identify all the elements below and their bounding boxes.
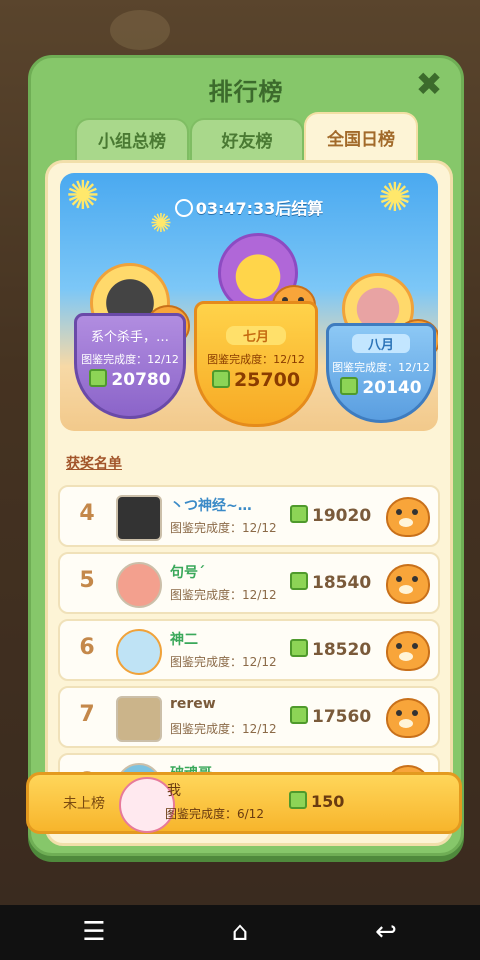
player-progress: 图鉴完成度：12/12 bbox=[170, 521, 277, 535]
podium-third-place[interactable]: 八月 图鉴完成度：12/12 20140 bbox=[326, 323, 436, 423]
my-score: 150 bbox=[289, 791, 344, 811]
tab-national-daily[interactable]: 全国日榜 bbox=[304, 112, 418, 166]
my-rank-bar[interactable]: 未上榜 我 图鉴完成度：6/12 150 bbox=[26, 772, 462, 834]
back-icon[interactable]: ↩ bbox=[366, 917, 406, 947]
gem-icon bbox=[289, 791, 307, 809]
gem-icon bbox=[290, 639, 308, 657]
podium-area: ✺ ✺ ✺ 03:47:33后结算 系个杀手，… 图鉴完成度：12/12 207… bbox=[60, 173, 438, 431]
my-progress: 图鉴完成度：6/12 bbox=[165, 807, 264, 821]
player-name: rerew bbox=[170, 696, 216, 712]
my-name: 我 bbox=[167, 783, 181, 799]
winners-list-link[interactable]: 获奖名单 bbox=[66, 453, 122, 473]
podium-second-place[interactable]: 系个杀手，… 图鉴完成度：12/12 20780 bbox=[74, 313, 186, 419]
gem-icon bbox=[290, 706, 308, 724]
gem-icon bbox=[340, 377, 359, 395]
tab-friends[interactable]: 好友榜 bbox=[190, 118, 304, 164]
avatar[interactable] bbox=[116, 562, 162, 608]
player-progress: 图鉴完成度：12/12 bbox=[170, 655, 277, 669]
player-progress: 图鉴完成度：12/12 bbox=[170, 588, 277, 602]
ranking-row[interactable]: 7 rerew 图鉴完成度：12/12 17560 bbox=[58, 686, 440, 748]
system-navigation-bar: ☰ ⌂ ↩ bbox=[0, 905, 480, 960]
podium-score: 20780 bbox=[77, 369, 183, 390]
avatar[interactable] bbox=[116, 495, 162, 541]
podium-progress: 图鉴完成度：12/12 bbox=[81, 353, 179, 366]
rank-number: 6 bbox=[79, 635, 95, 660]
ranking-row[interactable]: 4 丶つ神经~… 图鉴完成度：12/12 19020 bbox=[58, 485, 440, 547]
podium-first-place[interactable]: 七月 图鉴完成度：12/12 25700 bbox=[194, 301, 318, 427]
tiger-badge-icon bbox=[386, 698, 430, 738]
podium-progress: 图鉴完成度：12/12 bbox=[207, 353, 305, 366]
gem-icon bbox=[211, 370, 230, 388]
podium-name: 七月 bbox=[226, 326, 286, 345]
avatar[interactable] bbox=[116, 696, 162, 742]
clock-icon bbox=[174, 199, 193, 217]
player-score: 19020 bbox=[290, 505, 371, 526]
close-icon[interactable]: ✖ bbox=[413, 68, 445, 100]
player-name: 神二 bbox=[170, 632, 198, 648]
countdown-timer: 03:47:33后结算 bbox=[60, 195, 438, 219]
modal-title: 排行榜 bbox=[208, 78, 284, 106]
podium-progress: 图鉴完成度：12/12 bbox=[332, 361, 430, 374]
rank-number: 4 bbox=[79, 501, 95, 526]
avatar[interactable] bbox=[116, 629, 162, 675]
rank-number: 7 bbox=[79, 702, 95, 727]
podium-name: 系个杀手，… bbox=[90, 330, 169, 345]
podium-score: 25700 bbox=[197, 369, 315, 391]
tab-group-total[interactable]: 小组总榜 bbox=[75, 118, 189, 164]
tiger-badge-icon bbox=[386, 564, 430, 604]
menu-icon[interactable]: ☰ bbox=[74, 917, 114, 947]
ranking-panel: ✺ ✺ ✺ 03:47:33后结算 系个杀手，… 图鉴完成度：12/12 207… bbox=[45, 160, 453, 846]
player-score: 18520 bbox=[290, 639, 371, 660]
gem-icon bbox=[89, 369, 108, 387]
player-score: 17560 bbox=[290, 706, 371, 727]
podium-score: 20140 bbox=[329, 377, 433, 398]
ranking-row[interactable]: 6 神二 图鉴完成度：12/12 18520 bbox=[58, 619, 440, 681]
player-progress: 图鉴完成度：12/12 bbox=[170, 722, 277, 736]
home-icon[interactable]: ⌂ bbox=[220, 917, 260, 947]
tiger-badge-icon bbox=[386, 497, 430, 537]
rank-number: 5 bbox=[79, 568, 95, 593]
tiger-badge-icon bbox=[386, 631, 430, 671]
player-score: 18540 bbox=[290, 572, 371, 593]
ranking-row[interactable]: 5 句号´ 图鉴完成度：12/12 18540 bbox=[58, 552, 440, 614]
my-rank-status: 未上榜 bbox=[63, 796, 105, 812]
player-name: 丶つ神经~… bbox=[170, 498, 252, 514]
countdown-text: 03:47:33后结算 bbox=[195, 199, 324, 218]
leaderboard-modal: 排行榜 ✖ 小组总榜 好友榜 全国日榜 ✺ ✺ ✺ 03:47:33后结算 系个… bbox=[28, 55, 464, 856]
podium-name: 八月 bbox=[352, 334, 410, 353]
gem-icon bbox=[290, 572, 308, 590]
gem-icon bbox=[290, 505, 308, 523]
player-name: 句号´ bbox=[170, 565, 205, 581]
